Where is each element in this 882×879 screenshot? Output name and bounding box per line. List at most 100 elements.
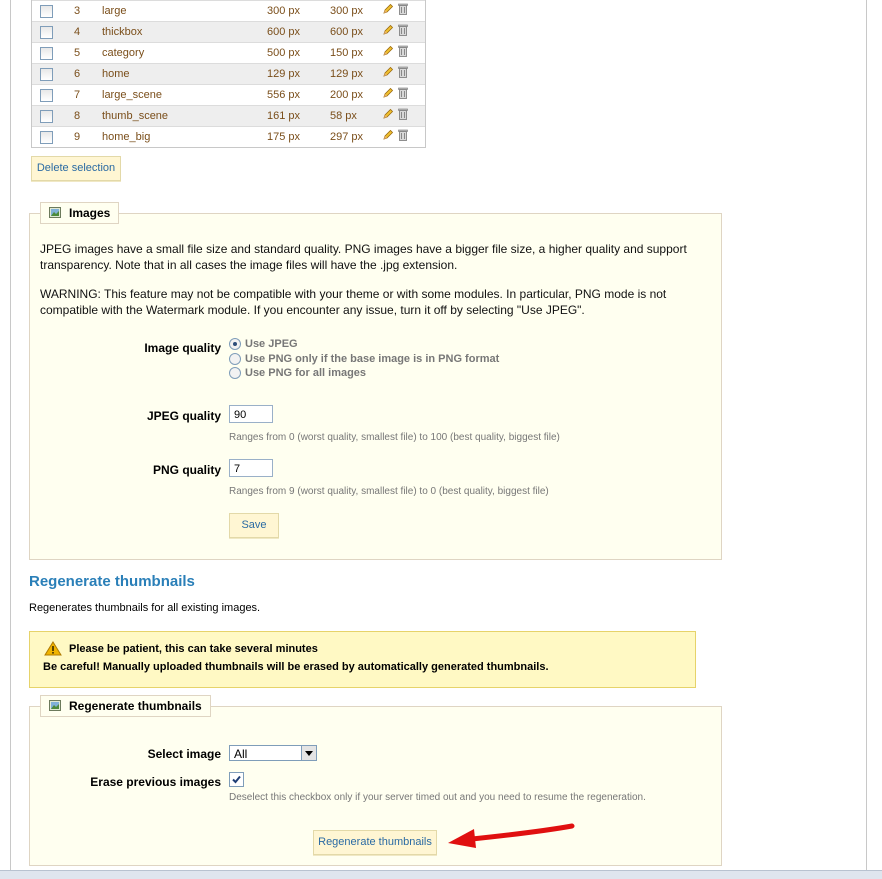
- row-width: 300 px: [267, 5, 301, 17]
- row-height: 300 px: [330, 5, 364, 17]
- save-button[interactable]: Save: [229, 513, 279, 538]
- row-actions: [382, 129, 408, 141]
- row-checkbox[interactable]: [40, 26, 53, 39]
- row-name: home_big: [102, 131, 151, 143]
- row-width: 600 px: [267, 26, 301, 38]
- checkmark-icon: [232, 775, 241, 784]
- row-actions: [382, 45, 408, 57]
- row-width: 161 px: [267, 110, 301, 122]
- row-checkbox[interactable]: [40, 5, 53, 18]
- table-row: 6 home 129 px 129 px: [32, 63, 425, 84]
- row-id: 8: [74, 110, 81, 122]
- edit-pencil-icon[interactable]: [382, 129, 394, 141]
- row-height: 600 px: [330, 26, 364, 38]
- radio-label-png-all: Use PNG for all images: [245, 367, 367, 379]
- radio-label-png-base: Use PNG only if the base image is in PNG…: [245, 353, 500, 365]
- regenerate-panel-legend: Regenerate thumbnails: [40, 695, 211, 717]
- table-row: 7 large_scene 556 px 200 px: [32, 84, 425, 105]
- select-image-value: All: [234, 747, 248, 761]
- images-panel-legend: Images: [40, 202, 120, 224]
- row-width: 175 px: [267, 131, 301, 143]
- patience-alert: Please be patient, this can take several…: [29, 631, 696, 688]
- png-quality-hint: Ranges from 9 (worst quality, smallest f…: [229, 486, 549, 497]
- delete-trash-icon[interactable]: [398, 129, 408, 141]
- select-image-label: Select image: [147, 747, 221, 761]
- radio-use-png-base[interactable]: Use PNG only if the base image is in PNG…: [229, 353, 499, 365]
- delete-trash-icon[interactable]: [398, 24, 408, 36]
- images-warning-text: WARNING: This feature may not be compati…: [40, 287, 667, 317]
- row-height: 129 px: [330, 68, 364, 80]
- row-width: 129 px: [267, 68, 301, 80]
- page-left-border: [10, 0, 11, 870]
- regenerate-thumbnails-button[interactable]: Regenerate thumbnails: [313, 830, 437, 855]
- delete-trash-icon[interactable]: [398, 87, 408, 99]
- delete-trash-icon[interactable]: [398, 45, 408, 57]
- edit-pencil-icon[interactable]: [382, 45, 394, 57]
- images-panel-title: Images: [69, 206, 111, 220]
- row-name: large_scene: [102, 89, 162, 101]
- row-width: 556 px: [267, 89, 301, 101]
- edit-pencil-icon[interactable]: [382, 108, 394, 120]
- row-height: 58 px: [330, 110, 357, 122]
- delete-trash-icon[interactable]: [398, 66, 408, 78]
- radio-use-png-all[interactable]: Use PNG for all images: [229, 367, 366, 379]
- edit-pencil-icon[interactable]: [382, 87, 394, 99]
- row-actions: [382, 108, 408, 120]
- row-actions: [382, 3, 408, 15]
- row-name: home: [102, 68, 130, 80]
- radio-button[interactable]: [229, 353, 241, 365]
- table-row: 5 category 500 px 150 px: [32, 42, 425, 63]
- chevron-down-icon[interactable]: [301, 746, 316, 760]
- radio-use-jpeg[interactable]: Use JPEG: [229, 338, 298, 350]
- alert-body: Be careful! Manually uploaded thumbnails…: [43, 661, 549, 673]
- table-row: 9 home_big 175 px 297 px: [32, 126, 425, 147]
- row-checkbox[interactable]: [40, 47, 53, 60]
- row-checkbox[interactable]: [40, 131, 53, 144]
- images-intro-text: JPEG images have a small file size and s…: [40, 242, 687, 272]
- delete-trash-icon[interactable]: [398, 108, 408, 120]
- image-quality-label: Image quality: [144, 341, 221, 355]
- row-actions: [382, 24, 408, 36]
- row-width: 500 px: [267, 47, 301, 59]
- warning-icon: [44, 641, 62, 656]
- erase-previous-hint: Deselect this checkbox only if your serv…: [229, 792, 646, 803]
- row-checkbox[interactable]: [40, 110, 53, 123]
- jpeg-quality-hint: Ranges from 0 (worst quality, smallest f…: [229, 432, 560, 443]
- table-row: 3 large 300 px 300 px: [32, 0, 425, 21]
- delete-trash-icon[interactable]: [398, 3, 408, 15]
- row-name: large: [102, 5, 127, 17]
- image-icon: [49, 207, 61, 218]
- row-id: 3: [74, 5, 81, 17]
- row-name: thumb_scene: [102, 110, 169, 122]
- png-quality-input[interactable]: 7: [229, 459, 273, 477]
- page-right-border: [866, 0, 867, 870]
- delete-selection-button[interactable]: Delete selection: [31, 156, 121, 181]
- red-arrow-annotation: [448, 823, 575, 848]
- edit-pencil-icon[interactable]: [382, 24, 394, 36]
- row-checkbox[interactable]: [40, 68, 53, 81]
- regenerate-panel-title: Regenerate thumbnails: [69, 699, 202, 713]
- edit-pencil-icon[interactable]: [382, 66, 394, 78]
- row-id: 5: [74, 47, 81, 59]
- radio-button[interactable]: [229, 367, 241, 379]
- jpeg-quality-label: JPEG quality: [146, 409, 221, 423]
- row-height: 150 px: [330, 47, 364, 59]
- image-icon: [49, 700, 61, 711]
- select-image-dropdown[interactable]: All: [229, 745, 317, 761]
- edit-pencil-icon[interactable]: [382, 3, 394, 15]
- radio-button-selected[interactable]: [229, 338, 241, 350]
- erase-previous-label: Erase previous images: [90, 775, 221, 789]
- row-name: thickbox: [102, 26, 143, 38]
- erase-previous-checkbox[interactable]: [229, 772, 244, 787]
- row-id: 9: [74, 131, 81, 143]
- row-checkbox[interactable]: [40, 89, 53, 102]
- regenerate-heading: Regenerate thumbnails: [29, 573, 195, 590]
- table-row: 8 thumb_scene 161 px 58 px: [32, 105, 425, 126]
- row-id: 7: [74, 89, 81, 101]
- jpeg-quality-input[interactable]: 90: [229, 405, 273, 423]
- row-name: category: [102, 47, 145, 59]
- row-height: 200 px: [330, 89, 364, 101]
- radio-label-jpeg: Use JPEG: [245, 338, 298, 350]
- table-row: 4 thickbox 600 px 600 px: [32, 21, 425, 42]
- png-quality-label: PNG quality: [152, 463, 221, 477]
